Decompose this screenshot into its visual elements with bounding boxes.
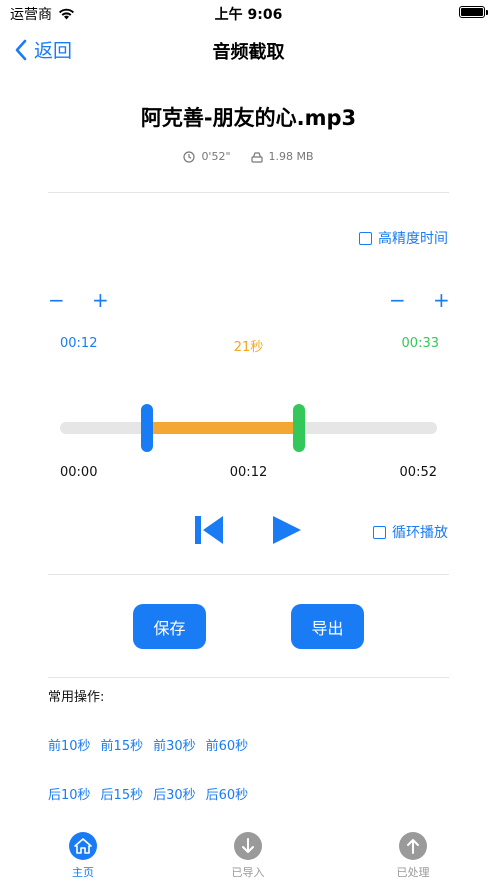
tab-home[interactable]: 主页	[33, 832, 133, 880]
quick-op-front-30[interactable]: 前30秒	[153, 735, 196, 754]
selection-range	[147, 422, 300, 434]
high-precision-label: 高精度时间	[378, 231, 448, 247]
quick-op-back-10[interactable]: 后10秒	[48, 784, 91, 803]
tab-home-label: 主页	[72, 866, 94, 879]
timeline-end-label: 00:52	[399, 465, 437, 480]
quick-ops-title: 常用操作:	[48, 690, 105, 705]
tab-imported[interactable]: 已导入	[198, 832, 298, 880]
tab-processed[interactable]: 已处理	[363, 832, 463, 880]
quick-op-back-15[interactable]: 后15秒	[101, 784, 144, 803]
file-meta: 0'52" 1.98 MB	[0, 150, 497, 163]
end-handle[interactable]	[293, 404, 306, 452]
end-plus-button[interactable]: +	[433, 290, 450, 310]
quick-ops-back-row: 后10秒 后15秒 后30秒 后60秒	[48, 784, 248, 803]
quick-op-front-15[interactable]: 前15秒	[101, 735, 144, 754]
file-size: 1.98 MB	[268, 150, 314, 163]
start-minus-button[interactable]: −	[48, 290, 65, 310]
play-icon[interactable]	[270, 514, 302, 546]
tab-imported-label: 已导入	[231, 866, 265, 879]
export-button[interactable]: 导出	[291, 604, 364, 649]
divider-middle	[48, 574, 449, 575]
skip-back-icon[interactable]	[193, 514, 225, 546]
status-time: 上午 9:06	[214, 7, 283, 23]
divider-bottom	[48, 677, 449, 678]
quick-op-back-60[interactable]: 后60秒	[206, 784, 249, 803]
home-icon	[69, 832, 97, 860]
quick-ops-front-row: 前10秒 前15秒 前30秒 前60秒	[48, 735, 248, 754]
end-minus-button[interactable]: −	[389, 290, 406, 310]
high-precision-toggle[interactable]: 高精度时间	[359, 228, 448, 248]
storage-icon	[250, 151, 263, 163]
quick-op-back-30[interactable]: 后30秒	[153, 784, 196, 803]
loop-checkbox[interactable]	[373, 525, 386, 539]
divider-top	[48, 192, 449, 193]
quick-op-front-10[interactable]: 前10秒	[48, 735, 91, 754]
quick-op-front-60[interactable]: 前60秒	[206, 735, 249, 754]
arrow-up-icon	[399, 832, 427, 860]
save-button[interactable]: 保存	[133, 604, 206, 649]
file-name: 阿克善-朋友的心.mp3	[140, 106, 357, 130]
loop-toggle[interactable]: 循环播放	[373, 522, 448, 542]
battery-icon	[459, 6, 488, 18]
clock-icon	[183, 150, 196, 163]
file-duration: 0'52"	[201, 150, 231, 163]
page-title: 音频截取	[212, 42, 285, 63]
high-precision-checkbox[interactable]	[359, 231, 372, 245]
start-plus-button[interactable]: +	[92, 290, 109, 310]
tab-processed-label: 已处理	[396, 866, 430, 879]
loop-label: 循环播放	[392, 525, 448, 541]
arrow-down-icon	[234, 832, 262, 860]
selection-end-time: 00:33	[401, 336, 439, 351]
start-handle[interactable]	[141, 404, 153, 452]
